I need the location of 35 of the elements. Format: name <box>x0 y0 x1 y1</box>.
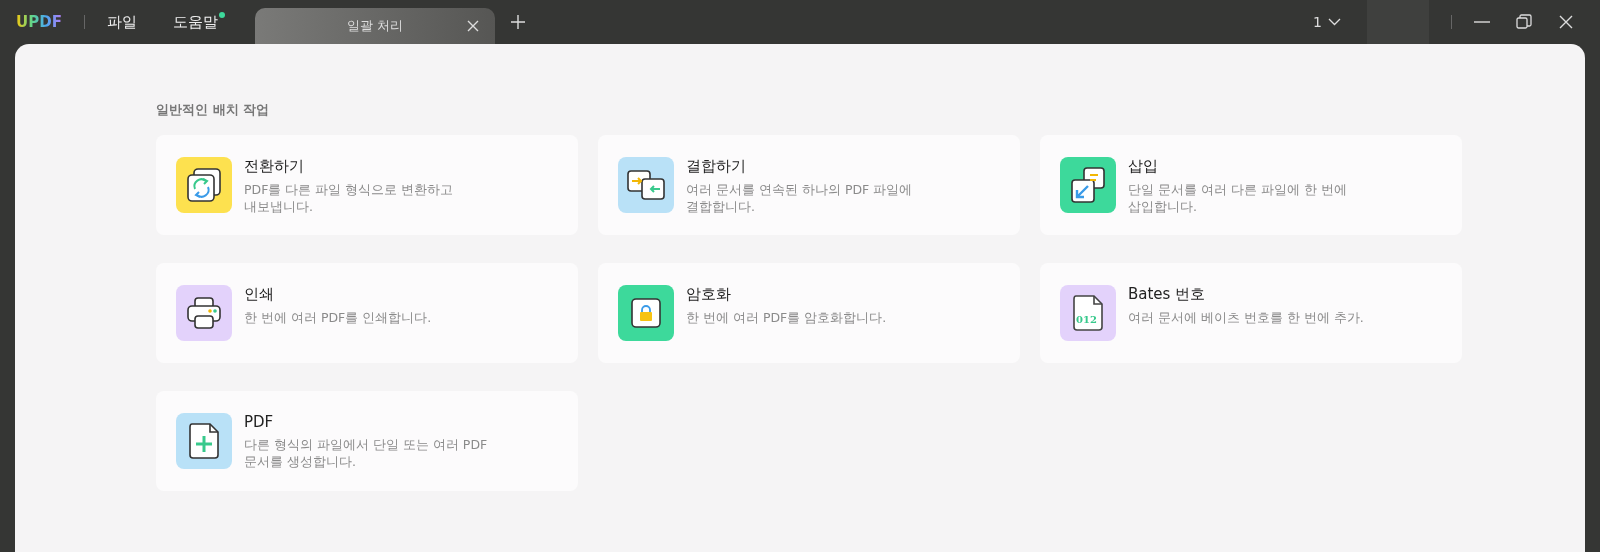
tool-description: PDF를 다른 파일 형식으로 변환하고 내보냅니다. <box>244 182 454 216</box>
document-icon <box>1072 294 1104 332</box>
tool-description: 한 번에 여러 PDF를 인쇄합니다. <box>244 310 432 327</box>
tool-description: 여러 문서를 연속된 하나의 PDF 파일에 결합합니다. <box>686 182 913 216</box>
tool-card[interactable]: 전환하기 PDF를 다른 파일 형식으로 변환하고 내보냅니다. <box>156 135 578 235</box>
tool-description: 단일 문서를 여러 다른 파일에 한 번에 삽입합니다. <box>1128 182 1347 216</box>
menu-item[interactable]: 파일 <box>106 12 137 32</box>
close-icon[interactable] <box>1558 14 1574 30</box>
restore-icon[interactable] <box>1516 14 1532 30</box>
tab-title: 일괄 처리 <box>346 17 403 35</box>
chevron-down-icon <box>1328 18 1341 26</box>
tool-card[interactable]: 인쇄 한 번에 여러 PDF를 인쇄합니다. <box>156 263 578 363</box>
tool-card[interactable]: 결합하기 여러 문서를 연속된 하나의 PDF 파일에 결합합니다. <box>598 135 1020 235</box>
tool-title: 결합하기 <box>686 157 747 176</box>
document-tab[interactable]: 일괄 처리 <box>254 8 495 44</box>
menu-item[interactable]: 도움말 <box>172 12 225 32</box>
tool-card[interactable]: 삽입 단일 문서를 여러 다른 파일에 한 번에 삽입합니다. <box>1040 135 1462 235</box>
notification-dot <box>218 11 225 18</box>
add-tab-icon[interactable] <box>510 15 525 29</box>
page-selector[interactable]: 1 <box>1307 13 1347 31</box>
tool-description: 여러 문서에 베이츠 번호를 한 번에 추가. <box>1128 310 1364 327</box>
tool-card[interactable]: 012 Bates 번호 여러 문서에 베이츠 번호를 한 번에 추가. <box>1040 263 1462 363</box>
section-title: 일반적인 배치 작업 <box>156 101 271 119</box>
tool-title: PDF <box>244 413 275 431</box>
tool-title: 암호화 <box>686 285 732 304</box>
icon-number: 012 <box>1076 314 1097 325</box>
tool-card[interactable]: PDF 다른 형식의 파일에서 단일 또는 여러 PDF 문서를 생성합니다. <box>156 391 578 491</box>
close-icon[interactable] <box>466 20 479 32</box>
tool-title: Bates 번호 <box>1128 285 1207 304</box>
tool-title: 인쇄 <box>244 285 275 304</box>
tool-card[interactable]: 암호화 한 번에 여러 PDF를 암호화합니다. <box>598 263 1020 363</box>
tool-description: 다른 형식의 파일에서 단일 또는 여러 PDF 문서를 생성합니다. <box>244 437 488 471</box>
tool-title: 전환하기 <box>244 157 305 176</box>
tool-title: 삽입 <box>1128 157 1159 176</box>
tool-description: 한 번에 여러 PDF를 암호화합니다. <box>686 310 887 327</box>
